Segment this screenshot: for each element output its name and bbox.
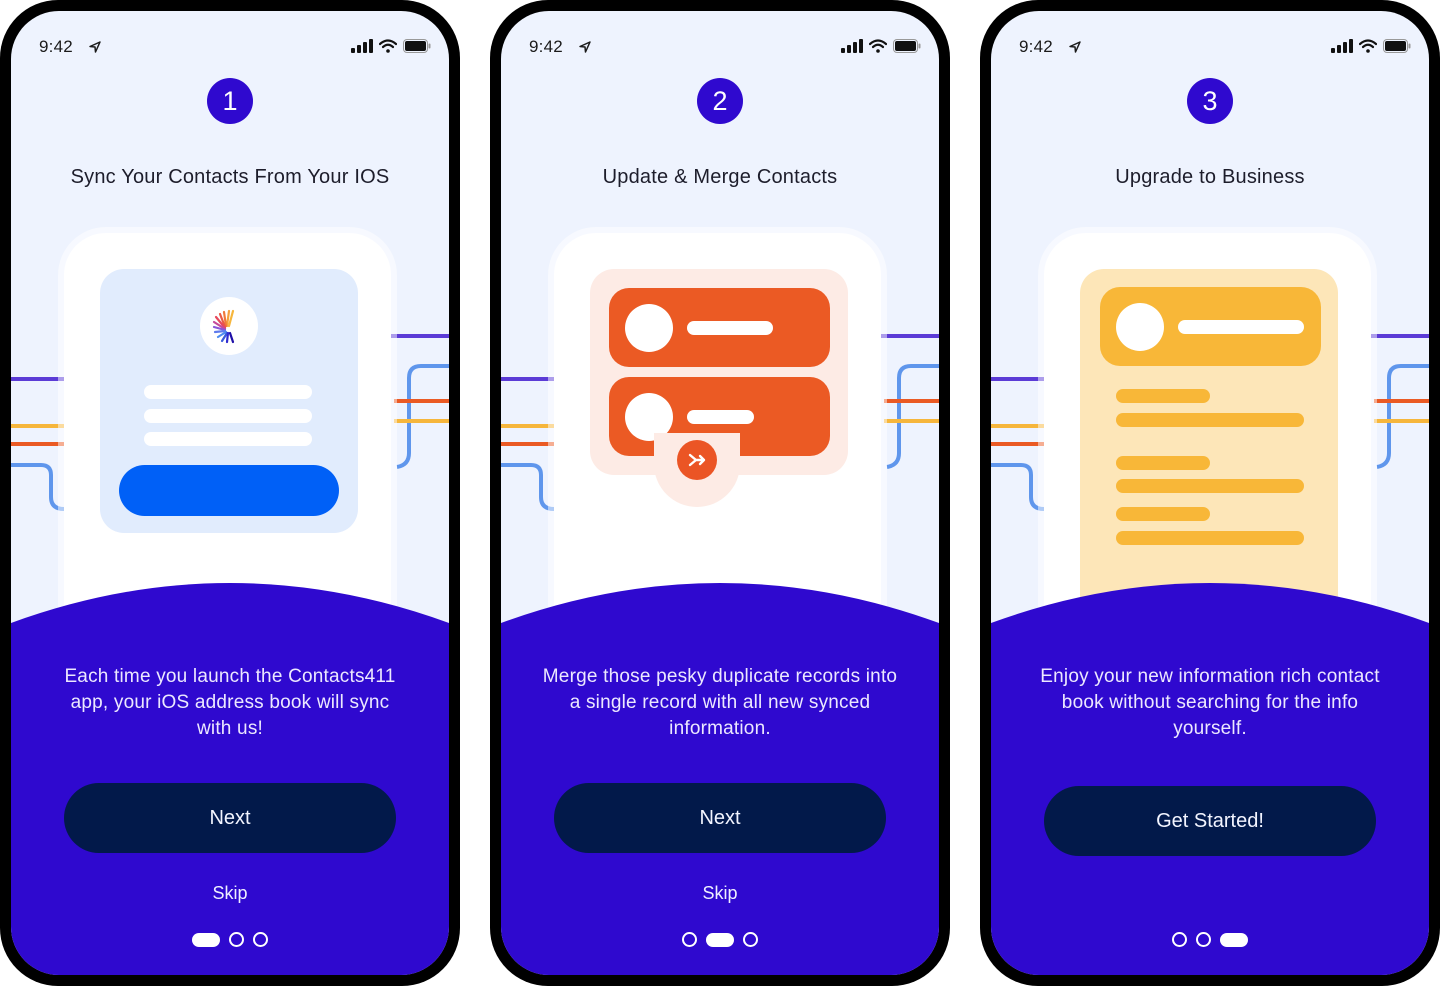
profile-header-card <box>1100 287 1321 366</box>
placeholder-line <box>144 409 312 423</box>
page-dot[interactable] <box>1196 932 1211 947</box>
name-line-placeholder <box>687 321 773 335</box>
onboarding-description: Merge those pesky duplicate records into… <box>542 666 898 739</box>
info-label-placeholder <box>1116 507 1210 521</box>
onboarding-title: Upgrade to Business <box>1115 166 1305 188</box>
status-bar: 9:42 <box>529 37 921 57</box>
next-button[interactable]: Next <box>64 783 396 853</box>
phone-screen: 9:42 2 Update & Merge Contacts Merge tho… <box>501 11 939 975</box>
placeholder-line <box>144 385 312 399</box>
battery-icon <box>403 39 431 53</box>
merge-arrows-icon <box>688 453 706 467</box>
status-time: 9:42 <box>529 37 563 56</box>
location-arrow-icon <box>89 41 101 53</box>
bottom-wave-panel <box>501 583 939 975</box>
page-dot[interactable] <box>253 932 268 947</box>
status-bar: 9:42 <box>1019 37 1411 57</box>
wifi-icon <box>869 39 887 53</box>
info-label-placeholder <box>1116 389 1210 403</box>
battery-icon <box>1383 39 1411 53</box>
cellular-signal-icon <box>841 39 863 53</box>
avatar-placeholder <box>625 304 673 352</box>
phone-screen: 9:42 1 Sync Your Contacts From Your IOS <box>11 11 449 975</box>
onboarding-phone-3: 9:42 3 Upgrade to Business Enjoy your ne… <box>980 0 1440 986</box>
status-bar: 9:42 <box>39 37 431 57</box>
contact-card <box>609 288 830 367</box>
cellular-signal-icon <box>1331 39 1353 53</box>
contacts411-logo-icon <box>212 309 235 344</box>
info-value-placeholder <box>1116 479 1304 493</box>
page-indicator <box>501 932 939 947</box>
phone-screen: 9:42 3 Upgrade to Business Enjoy your ne… <box>991 11 1429 975</box>
onboarding-description: Each time you launch the Contacts411 app… <box>64 666 396 739</box>
page-dot-active[interactable] <box>192 932 220 947</box>
avatar-placeholder <box>1116 303 1164 351</box>
merge-button-illustration <box>677 440 717 480</box>
status-icons <box>841 39 921 53</box>
onboarding-phone-1: 9:42 1 Sync Your Contacts From Your IOS <box>0 0 460 986</box>
step-number-badge: 3 <box>1187 78 1233 124</box>
status-icons <box>1331 39 1411 53</box>
onboarding-title: Update & Merge Contacts <box>602 166 838 188</box>
name-line-placeholder <box>1178 320 1304 334</box>
app-logo <box>200 297 258 355</box>
bottom-wave-panel <box>11 583 449 975</box>
wifi-icon <box>1359 39 1377 53</box>
onboarding-title: Sync Your Contacts From Your IOS <box>70 166 390 188</box>
skip-link[interactable]: Skip <box>501 883 939 904</box>
bottom-wave-panel <box>991 583 1429 975</box>
status-icons <box>351 39 431 53</box>
info-value-placeholder <box>1116 413 1304 427</box>
cellular-signal-icon <box>351 39 373 53</box>
placeholder-line <box>144 432 312 446</box>
location-arrow-icon <box>1069 41 1081 53</box>
illustration-button <box>119 465 339 516</box>
step-number-badge: 1 <box>207 78 253 124</box>
merge-tab <box>654 433 740 507</box>
location-arrow-icon <box>579 41 591 53</box>
page-indicator <box>11 932 449 947</box>
info-value-placeholder <box>1116 531 1304 545</box>
page-indicator <box>991 932 1429 947</box>
page-dot[interactable] <box>682 932 697 947</box>
page-dot[interactable] <box>229 932 244 947</box>
page-dot-active[interactable] <box>706 932 734 947</box>
wifi-icon <box>379 39 397 53</box>
status-time: 9:42 <box>1019 37 1053 56</box>
page-dot-active[interactable] <box>1220 932 1248 947</box>
status-time: 9:42 <box>39 37 73 56</box>
business-profile-illustration <box>1080 269 1338 599</box>
page-dot[interactable] <box>743 932 758 947</box>
step-number-badge: 2 <box>697 78 743 124</box>
onboarding-description: Enjoy your new information rich contact … <box>1040 666 1380 739</box>
info-label-placeholder <box>1116 456 1210 470</box>
name-line-placeholder <box>687 410 754 424</box>
onboarding-phone-2: 9:42 2 Update & Merge Contacts Merge tho… <box>490 0 950 986</box>
next-button[interactable]: Next <box>554 783 886 853</box>
sync-card-illustration <box>100 269 358 533</box>
battery-icon <box>893 39 921 53</box>
page-dot[interactable] <box>1172 932 1187 947</box>
get-started-button[interactable]: Get Started! <box>1044 786 1376 856</box>
skip-link[interactable]: Skip <box>11 883 449 904</box>
